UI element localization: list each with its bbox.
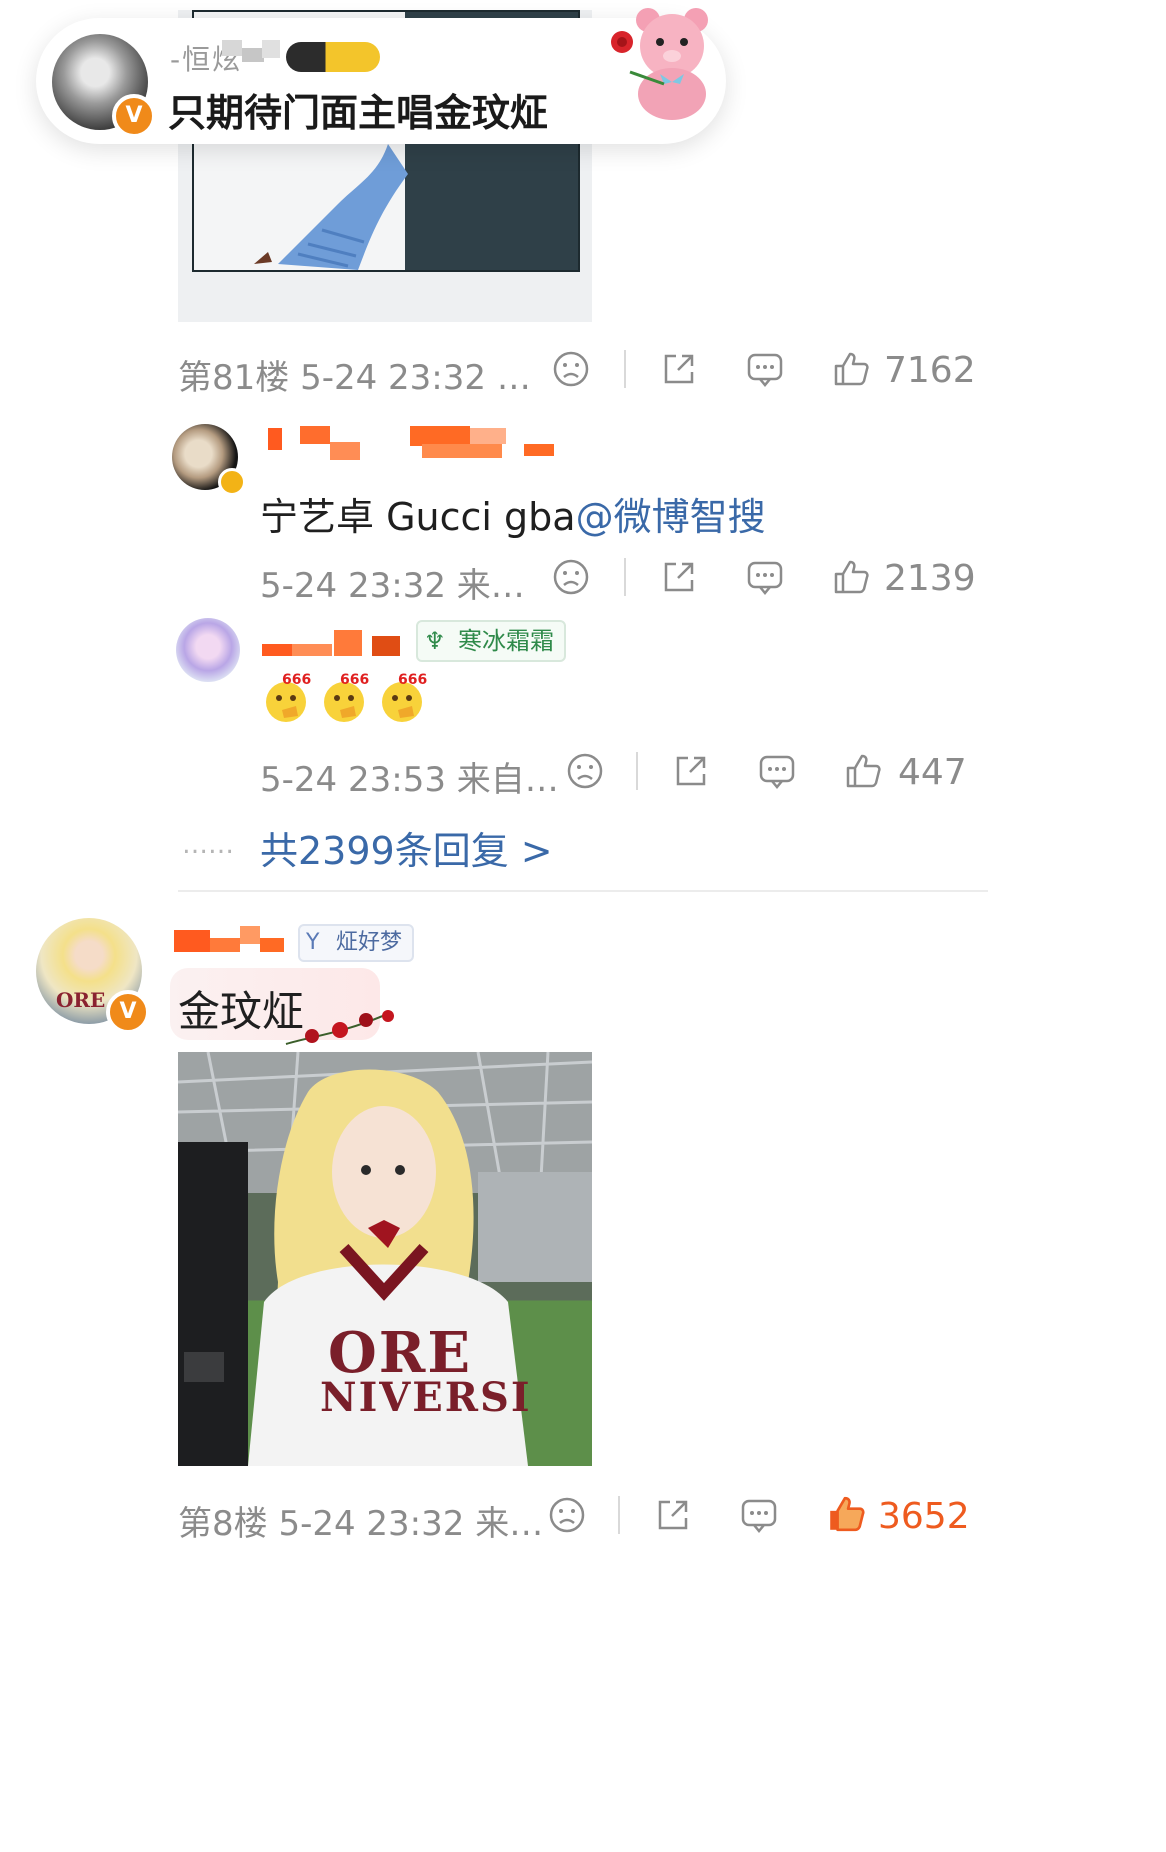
reply-meta: 5-24 23:32 来… <box>260 566 525 606</box>
more-dots: …… <box>182 830 234 860</box>
banner-comment-text: 只期待门面主唱金玟炡 <box>168 91 549 135</box>
thumbs-emoji-icon: 666 <box>320 672 370 724</box>
reply-meta: 5-24 23:53 来自… <box>260 760 559 800</box>
leaf-icon: ♆ <box>424 627 446 655</box>
divider <box>618 1496 620 1534</box>
thumbs-up-icon[interactable] <box>832 350 870 388</box>
fan-badge[interactable]: Y 炡好梦 <box>298 924 415 962</box>
view-all-replies-link[interactable]: 共2399条回复 > <box>260 820 553 875</box>
divider <box>624 350 626 388</box>
fan-badge-label: 炡好梦 <box>336 930 403 955</box>
thumbs-up-icon[interactable] <box>844 752 882 790</box>
sad-face-icon[interactable] <box>552 350 590 388</box>
comment-icon[interactable] <box>746 558 784 596</box>
comment-separator <box>178 890 988 892</box>
thumbs-emoji-icon: 666 <box>378 672 428 724</box>
bear-with-rose-icon <box>600 2 716 120</box>
fan-badge[interactable]: ♆ 寒冰霜霜 <box>416 620 566 662</box>
reply-avatar[interactable] <box>176 618 240 682</box>
mention-link[interactable]: @微博智搜 <box>576 495 766 539</box>
reply-text-plain: 宁艺卓 Gucci gba <box>260 495 576 539</box>
sad-face-icon[interactable] <box>566 752 604 790</box>
thumbs-emoji-icon: 666 <box>262 672 312 724</box>
reply-username-mosaic[interactable] <box>262 426 562 464</box>
emoji-row: 666 666 666 <box>262 672 432 724</box>
like-count: 2139 <box>884 558 976 599</box>
roses-decoration-icon <box>282 1006 402 1054</box>
like-count: 447 <box>898 752 967 793</box>
divider <box>624 558 626 596</box>
share-icon[interactable] <box>672 752 710 790</box>
comment-icon[interactable] <box>740 1496 778 1534</box>
verified-icon: V <box>106 990 150 1034</box>
share-icon[interactable] <box>660 350 698 388</box>
verified-icon: V <box>112 94 156 138</box>
sad-face-icon[interactable] <box>548 1496 586 1534</box>
like-count: 3652 <box>878 1496 970 1537</box>
sad-face-icon[interactable] <box>552 558 590 596</box>
share-icon[interactable] <box>654 1496 692 1534</box>
reply-username-mosaic[interactable] <box>262 630 402 660</box>
verified-icon <box>218 468 246 496</box>
like-count: 7162 <box>884 350 976 391</box>
divider <box>636 752 638 790</box>
comment-floor-meta: 第8楼 5-24 23:32 来… <box>178 1504 544 1544</box>
fan-badge-label: 寒冰霜霜 <box>458 627 554 655</box>
vip-badge-icon <box>286 42 380 72</box>
comment-icon[interactable] <box>746 350 784 388</box>
commenter-username-mosaic[interactable] <box>174 926 286 958</box>
share-icon[interactable] <box>660 558 698 596</box>
username-mosaic <box>222 40 282 72</box>
comment-floor-meta: 第81楼 5-24 23:32 … <box>178 358 531 398</box>
thumbs-up-icon[interactable] <box>832 558 870 596</box>
trophy-icon: Y <box>306 930 320 955</box>
comment-icon[interactable] <box>758 752 796 790</box>
reply-text: 宁艺卓 Gucci gba@微博智搜 <box>260 486 766 541</box>
thumbs-up-icon[interactable] <box>826 1494 866 1534</box>
comment-photo[interactable]: ORE NIVERSI <box>178 1052 592 1466</box>
